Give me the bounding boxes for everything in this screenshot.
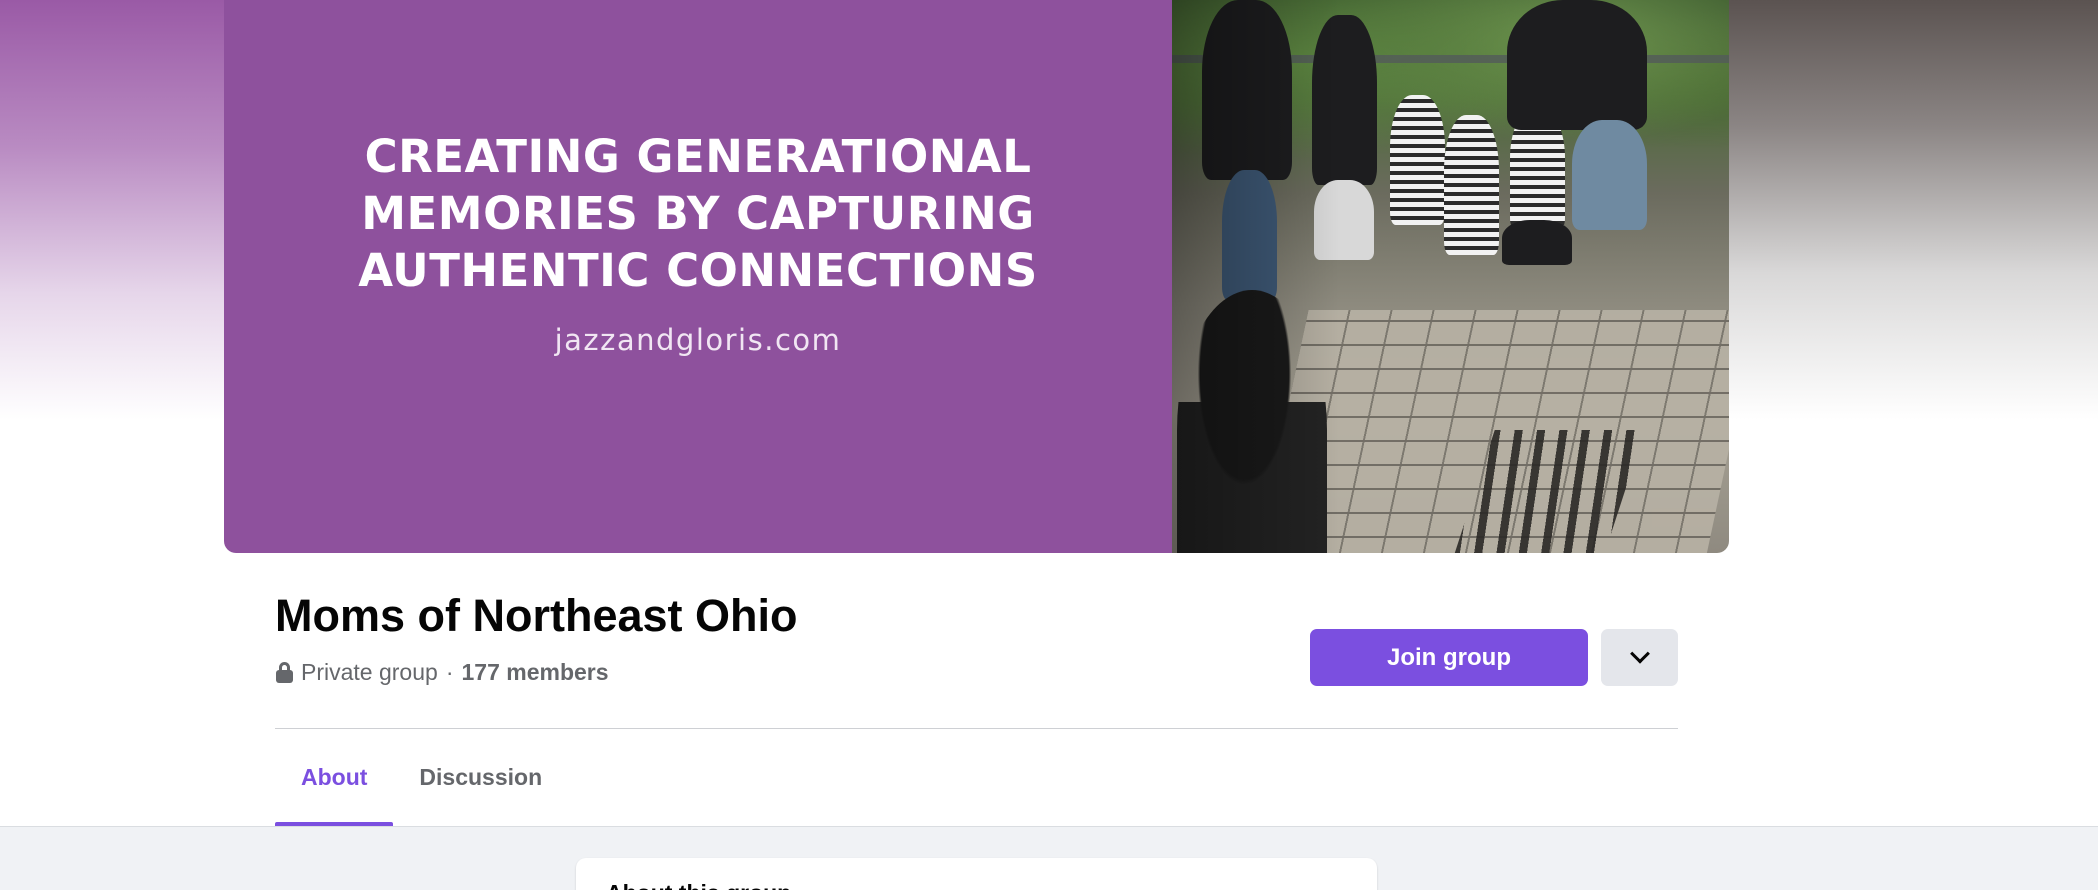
about-card-title: About this group — [606, 880, 791, 890]
join-group-button[interactable]: Join group — [1310, 629, 1588, 686]
privacy-label[interactable]: Private group — [301, 659, 438, 686]
cover-backdrop-left — [0, 0, 224, 420]
members-count[interactable]: 177 members — [461, 659, 608, 686]
chevron-down-icon — [1629, 643, 1650, 664]
group-meta: Private group · 177 members — [276, 659, 609, 686]
photo-vignette — [1172, 0, 1729, 553]
cover-backdrop-right — [1728, 0, 2098, 420]
cover-family-photo — [1172, 0, 1729, 553]
tab-about[interactable]: About — [275, 729, 394, 826]
about-card: About this group — [576, 858, 1377, 890]
cover-photo[interactable]: CREATING GENERATIONAL MEMORIES BY CAPTUR… — [224, 0, 1729, 553]
cover-headline-line: AUTHENTIC CONNECTIONS — [358, 244, 1038, 297]
meta-separator: · — [445, 659, 454, 685]
group-tabs: About Discussion — [275, 729, 568, 826]
cover-text-panel: CREATING GENERATIONAL MEMORIES BY CAPTUR… — [224, 0, 1172, 553]
more-options-button[interactable] — [1601, 629, 1678, 686]
lock-icon — [276, 662, 293, 683]
group-page: CREATING GENERATIONAL MEMORIES BY CAPTUR… — [0, 0, 2098, 890]
cover-url: jazzandgloris.com — [554, 323, 842, 357]
tab-discussion[interactable]: Discussion — [393, 729, 568, 826]
cover-headline-line: CREATING GENERATIONAL — [364, 130, 1032, 183]
group-name: Moms of Northeast Ohio — [275, 590, 798, 641]
cover-headline-line: MEMORIES BY CAPTURING — [361, 187, 1035, 240]
cover-headline: CREATING GENERATIONAL MEMORIES BY CAPTUR… — [224, 128, 1172, 299]
